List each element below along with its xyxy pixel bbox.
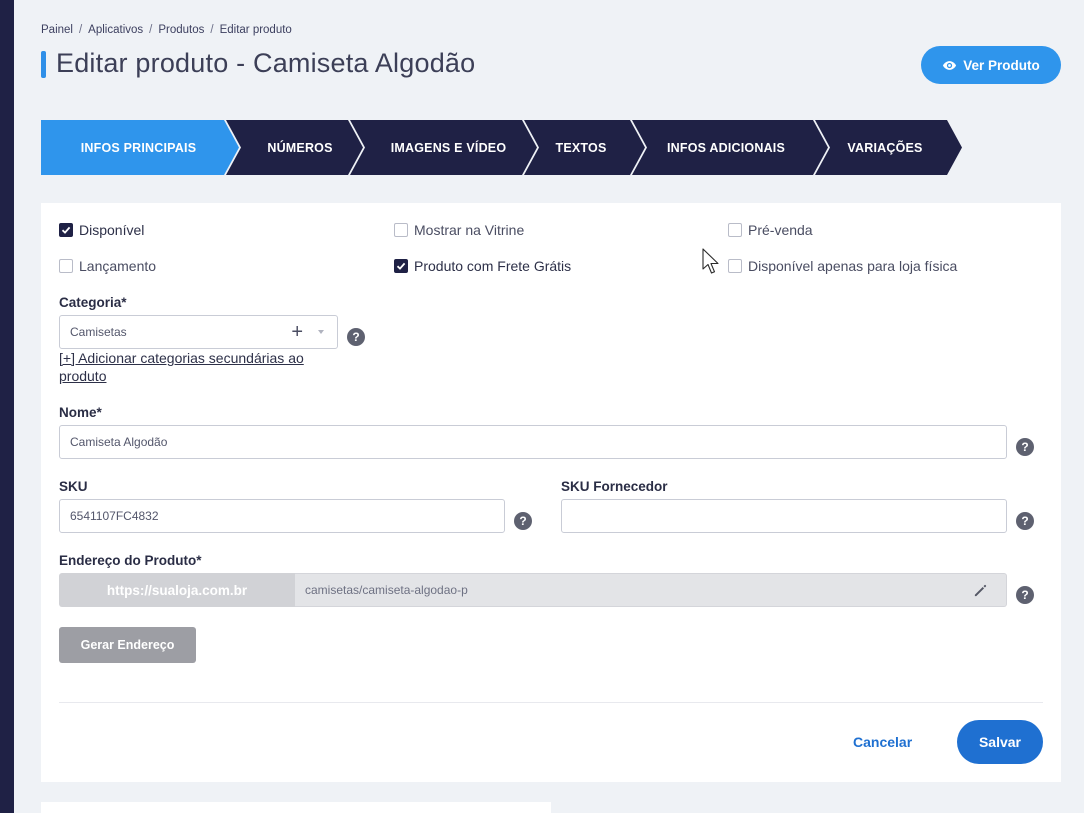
form-divider <box>59 702 1043 703</box>
tab-variacoes[interactable]: VARIAÇÕES <box>826 120 944 175</box>
view-product-button[interactable]: Ver Produto <box>921 46 1061 84</box>
sku-fornecedor-label: SKU Fornecedor <box>561 479 668 494</box>
help-icon[interactable]: ? <box>1016 512 1034 530</box>
breadcrumb-separator: / <box>210 24 214 36</box>
save-button[interactable]: Salvar <box>957 720 1043 764</box>
page-title: Editar produto - Camiseta Algodão <box>56 48 476 78</box>
breadcrumb: Painel / Aplicativos / Produtos / Editar… <box>41 24 292 36</box>
categoria-select[interactable]: Camisetas + <box>59 315 338 349</box>
checkbox-disponivel[interactable]: Disponível <box>59 222 144 238</box>
help-icon[interactable]: ? <box>1016 586 1034 604</box>
eye-icon <box>943 60 957 70</box>
breadcrumb-separator: / <box>149 24 153 36</box>
tab-textos[interactable]: TEXTOS <box>535 120 627 175</box>
checkbox-box[interactable] <box>728 223 742 237</box>
endereco-input[interactable]: camisetas/camiseta-algodao-p <box>295 573 1007 607</box>
product-tabs: INFOS PRINCIPAIS NÚMEROS IMAGENS E VÍDEO… <box>41 120 966 175</box>
plus-icon[interactable]: + <box>291 322 303 342</box>
checkbox-label: Disponível <box>79 222 145 238</box>
view-product-label: Ver Produto <box>963 57 1040 73</box>
secondary-card <box>41 802 551 813</box>
chevron-down-icon[interactable] <box>318 330 324 334</box>
checkbox-label: Produto com Frete Grátis <box>414 258 572 274</box>
check-icon <box>396 262 406 270</box>
breadcrumb-item-aplicativos[interactable]: Aplicativos <box>88 24 143 36</box>
breadcrumb-item-painel[interactable]: Painel <box>41 24 73 36</box>
title-accent-bar <box>41 51 46 78</box>
checkbox-mostrar-vitrine[interactable]: Mostrar na Vitrine <box>394 222 524 238</box>
nome-value: Camiseta Algodão <box>70 435 168 449</box>
tab-infos-adicionais[interactable]: INFOS ADICIONAIS <box>643 120 809 175</box>
nome-input[interactable]: Camiseta Algodão <box>59 425 1007 459</box>
checkbox-label: Pré-venda <box>748 222 813 238</box>
url-prefix: https://sualoja.com.br <box>59 573 295 607</box>
checkbox-label: Disponível apenas para loja física <box>748 258 958 274</box>
sku-fornecedor-input[interactable] <box>561 499 1007 533</box>
checkbox-frete-gratis[interactable]: Produto com Frete Grátis <box>394 258 571 274</box>
sidebar-strip <box>0 0 14 813</box>
cancel-button[interactable]: Cancelar <box>853 734 912 750</box>
checkbox-checked-box[interactable] <box>394 259 408 273</box>
form-card <box>41 203 1061 782</box>
checkbox-box[interactable] <box>394 223 408 237</box>
help-icon[interactable]: ? <box>514 512 532 530</box>
nome-label: Nome* <box>59 405 102 420</box>
checkbox-pre-venda[interactable]: Pré-venda <box>728 222 813 238</box>
generate-address-button[interactable]: Gerar Endereço <box>59 627 196 663</box>
checkbox-label: Mostrar na Vitrine <box>414 222 525 238</box>
categoria-label: Categoria* <box>59 295 127 310</box>
breadcrumb-separator: / <box>78 24 83 36</box>
checkbox-lancamento[interactable]: Lançamento <box>59 258 156 274</box>
endereco-value: camisetas/camiseta-algodao-p <box>305 583 468 597</box>
checkbox-box[interactable] <box>728 259 742 273</box>
check-icon <box>61 226 71 234</box>
tab-numeros[interactable]: NÚMEROS <box>237 120 363 175</box>
tab-infos-principais[interactable]: INFOS PRINCIPAIS <box>41 120 236 175</box>
sku-label: SKU <box>59 479 88 494</box>
pencil-icon[interactable] <box>973 583 988 598</box>
add-secondary-categories-link[interactable]: [+] Adicionar categorias secundárias ao … <box>59 349 349 385</box>
endereco-label: Endereço do Produto* <box>59 553 202 568</box>
breadcrumb-item-current: Editar produto <box>219 24 292 36</box>
sku-value: 6541107FC4832 <box>70 509 159 523</box>
help-icon[interactable]: ? <box>1016 438 1034 456</box>
help-icon[interactable]: ? <box>347 328 365 346</box>
breadcrumb-item-produtos[interactable]: Produtos <box>158 24 204 36</box>
mouse-cursor-icon <box>702 248 719 274</box>
tab-imagens-video[interactable]: IMAGENS E VÍDEO <box>361 120 536 175</box>
checkbox-loja-fisica[interactable]: Disponível apenas para loja física <box>728 258 957 274</box>
checkbox-label: Lançamento <box>79 258 157 274</box>
sku-input[interactable]: 6541107FC4832 <box>59 499 505 533</box>
checkbox-checked-box[interactable] <box>59 223 73 237</box>
categoria-value: Camisetas <box>70 325 127 339</box>
checkbox-box[interactable] <box>59 259 73 273</box>
